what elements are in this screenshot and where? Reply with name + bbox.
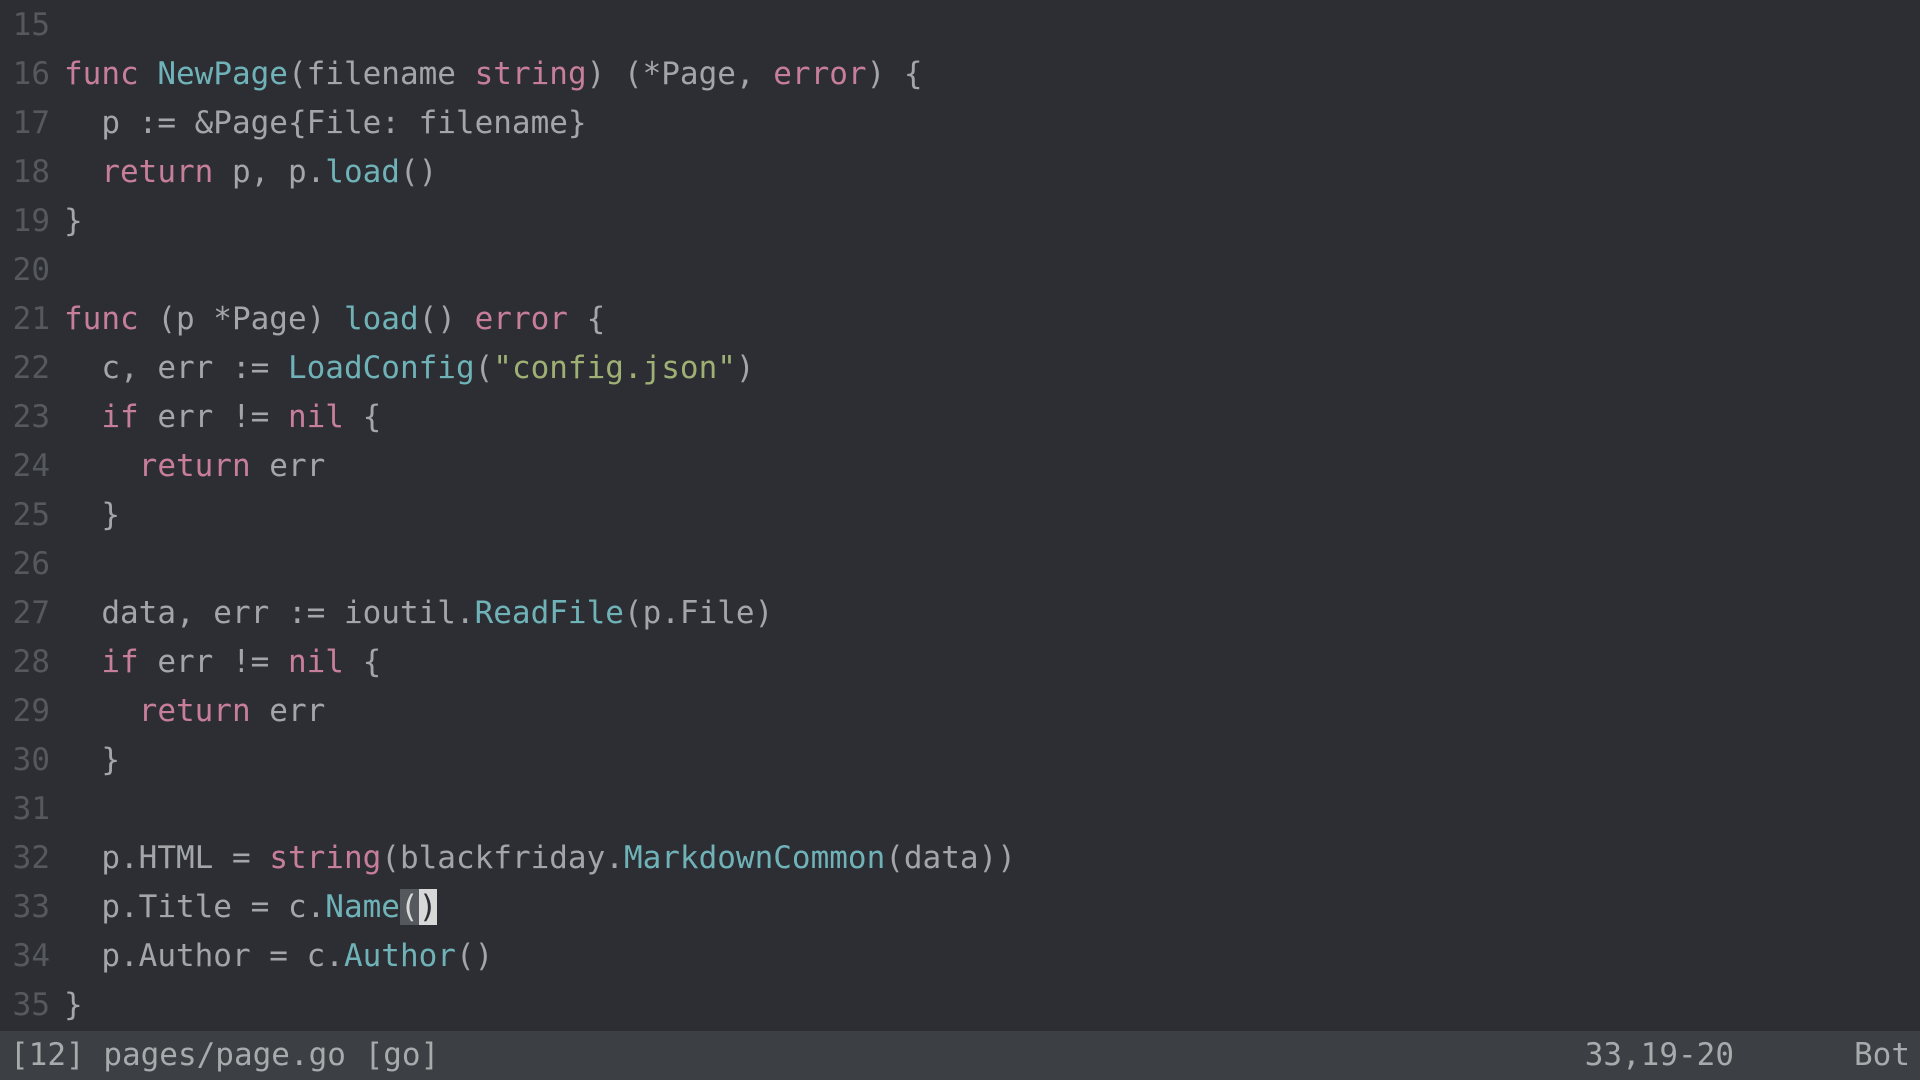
- line-number: 19: [8, 197, 64, 246]
- code-area[interactable]: 15 16 func NewPage(filename string) (*Pa…: [0, 0, 1920, 1031]
- line-number: 24: [8, 442, 64, 491]
- line-number: 17: [8, 99, 64, 148]
- editor: 15 16 func NewPage(filename string) (*Pa…: [0, 0, 1920, 1080]
- status-file: [12] pages/page.go [go]: [10, 1031, 1585, 1080]
- line-number: 34: [8, 932, 64, 981]
- code-line: 15: [8, 1, 1920, 50]
- code-line: 33 p.Title = c.Name(): [8, 883, 1920, 932]
- line-number: 22: [8, 344, 64, 393]
- code-line: 18 return p, p.load(): [8, 148, 1920, 197]
- line-number: 31: [8, 785, 64, 834]
- code-line: 23 if err != nil {: [8, 393, 1920, 442]
- status-bar: [12] pages/page.go [go] 33,19-20 Bot: [0, 1031, 1920, 1080]
- match-paren: (: [400, 889, 419, 925]
- code-line: 17 p := &Page{File: filename}: [8, 99, 1920, 148]
- code-line: 31: [8, 785, 1920, 834]
- line-number: 27: [8, 589, 64, 638]
- line-number: 32: [8, 834, 64, 883]
- code-line: 24 return err: [8, 442, 1920, 491]
- code-line: 29 return err: [8, 687, 1920, 736]
- code-line: 26: [8, 540, 1920, 589]
- code-line: 22 c, err := LoadConfig("config.json"): [8, 344, 1920, 393]
- code-line: 35 }: [8, 981, 1920, 1030]
- line-number: 29: [8, 687, 64, 736]
- line-number: 30: [8, 736, 64, 785]
- code-line: 20: [8, 246, 1920, 295]
- line-number: 16: [8, 50, 64, 99]
- line-number: 28: [8, 638, 64, 687]
- line-number: 35: [8, 981, 64, 1030]
- line-number: 23: [8, 393, 64, 442]
- code-line: 27 data, err := ioutil.ReadFile(p.File): [8, 589, 1920, 638]
- line-number: 15: [8, 1, 64, 50]
- status-scroll: Bot: [1854, 1031, 1910, 1080]
- cursor: ): [419, 889, 438, 925]
- line-number: 26: [8, 540, 64, 589]
- line-number: 25: [8, 491, 64, 540]
- code-line: 19 }: [8, 197, 1920, 246]
- code-line: 28 if err != nil {: [8, 638, 1920, 687]
- code-line: 34 p.Author = c.Author(): [8, 932, 1920, 981]
- code-line: 21 func (p *Page) load() error {: [8, 295, 1920, 344]
- code-line: 16 func NewPage(filename string) (*Page,…: [8, 50, 1920, 99]
- line-number: 20: [8, 246, 64, 295]
- code-line: 30 }: [8, 736, 1920, 785]
- status-position: 33,19-20: [1585, 1031, 1854, 1080]
- line-number: 18: [8, 148, 64, 197]
- code-line: 32 p.HTML = string(blackfriday.MarkdownC…: [8, 834, 1920, 883]
- line-number: 33: [8, 883, 64, 932]
- code-line: 25 }: [8, 491, 1920, 540]
- line-number: 21: [8, 295, 64, 344]
